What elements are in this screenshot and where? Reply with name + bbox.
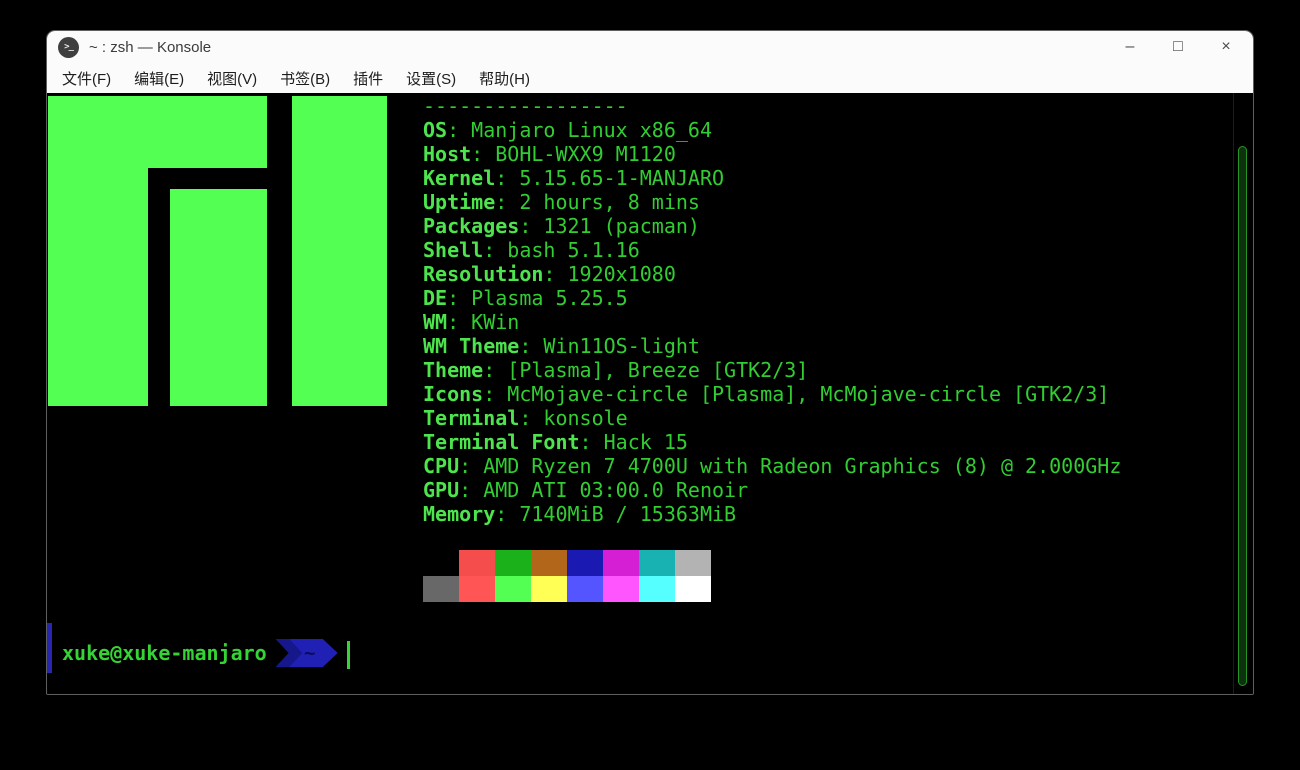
color-swatch [567, 550, 603, 576]
color-swatch [423, 576, 459, 602]
prompt-left-bar [47, 623, 52, 673]
neofetch-line: OS: Manjaro Linux x86_64 [423, 118, 712, 142]
prompt-path: ~ [303, 642, 316, 664]
menu-item[interactable]: 文件(F) [59, 66, 114, 91]
color-swatch [639, 576, 675, 602]
menu-item[interactable]: 编辑(E) [131, 66, 187, 91]
neofetch-line: GPU: AMD ATI 03:00.0 Renoir [423, 478, 749, 502]
neofetch-line: Memory: 7140MiB / 15363MiB [423, 502, 737, 526]
title-bar[interactable]: >_ ~ : zsh — Konsole – □ × [47, 31, 1253, 63]
color-swatch [603, 576, 639, 602]
color-swatch [639, 550, 675, 576]
menu-item[interactable]: 插件 [350, 66, 386, 91]
window-controls: – □ × [1117, 31, 1239, 63]
scrollbar-track[interactable] [1234, 93, 1253, 694]
manjaro-logo-block [170, 189, 267, 406]
terminal-cursor [347, 641, 350, 669]
menu-item[interactable]: 视图(V) [204, 66, 260, 91]
menu-bar: 文件(F) 编辑(E) 视图(V) 书签(B) 插件 设置(S) 帮助(H) [47, 63, 1253, 93]
scrollbar-handle[interactable] [1238, 146, 1247, 686]
menu-item[interactable]: 书签(B) [277, 66, 333, 91]
neofetch-line: Terminal: konsole [423, 406, 628, 430]
color-swatch [531, 550, 567, 576]
color-swatch [603, 550, 639, 576]
konsole-window: >_ ~ : zsh — Konsole – □ × 文件(F) 编辑(E) 视图(… [46, 30, 1254, 695]
manjaro-logo-block [48, 96, 148, 406]
color-swatch [459, 576, 495, 602]
neofetch-info: ----------------- OS: Manjaro Linux x86_6… [423, 94, 1121, 526]
neofetch-line: Terminal Font: Hack 15 [423, 430, 688, 454]
palette-row-bright [423, 576, 711, 602]
color-swatch [423, 550, 459, 576]
color-swatch [567, 576, 603, 602]
neofetch-line: Icons: McMojave-circle [Plasma], McMojav… [423, 382, 1110, 406]
color-swatch [459, 550, 495, 576]
prompt-line: xuke@xuke-manjaro ~ [62, 639, 338, 667]
neofetch-line: Theme: [Plasma], Breeze [GTK2/3] [423, 358, 809, 382]
neofetch-line: Kernel: 5.15.65-1-MANJARO [423, 166, 725, 190]
menu-item[interactable]: 帮助(H) [476, 66, 533, 91]
neofetch-line: Host: BOHL-WXX9 M1120 [423, 142, 676, 166]
neofetch-line: WM Theme: Win11OS-light [423, 334, 700, 358]
neofetch-line: Resolution: 1920x1080 [423, 262, 676, 286]
prompt-user-host: xuke@xuke-manjaro [62, 641, 267, 665]
konsole-app-icon: >_ [58, 36, 79, 58]
close-button[interactable]: × [1213, 34, 1239, 60]
neofetch-line: Uptime: 2 hours, 8 mins [423, 190, 700, 214]
menu-item[interactable]: 设置(S) [403, 66, 459, 91]
neofetch-line: Packages: 1321 (pacman) [423, 214, 700, 238]
color-swatch [495, 576, 531, 602]
neofetch-line: CPU: AMD Ryzen 7 4700U with Radeon Graph… [423, 454, 1122, 478]
neofetch-line: Shell: bash 5.1.16 [423, 238, 640, 262]
neofetch-line: DE: Plasma 5.25.5 [423, 286, 628, 310]
color-swatch [675, 550, 711, 576]
neofetch-line: WM: KWin [423, 310, 520, 334]
terminal-area[interactable]: ----------------- OS: Manjaro Linux x86_6… [47, 93, 1253, 694]
color-swatch [531, 576, 567, 602]
minimize-button[interactable]: – [1117, 34, 1143, 60]
neofetch-separator: ----------------- [423, 94, 628, 118]
color-swatch [675, 576, 711, 602]
palette-row-normal [423, 550, 711, 576]
manjaro-logo-block [148, 96, 267, 168]
manjaro-logo-block [292, 96, 387, 406]
maximize-button[interactable]: □ [1165, 34, 1191, 60]
color-swatch [495, 550, 531, 576]
window-title: ~ : zsh — Konsole [89, 38, 212, 56]
prompt-path-segment: ~ [275, 639, 338, 667]
